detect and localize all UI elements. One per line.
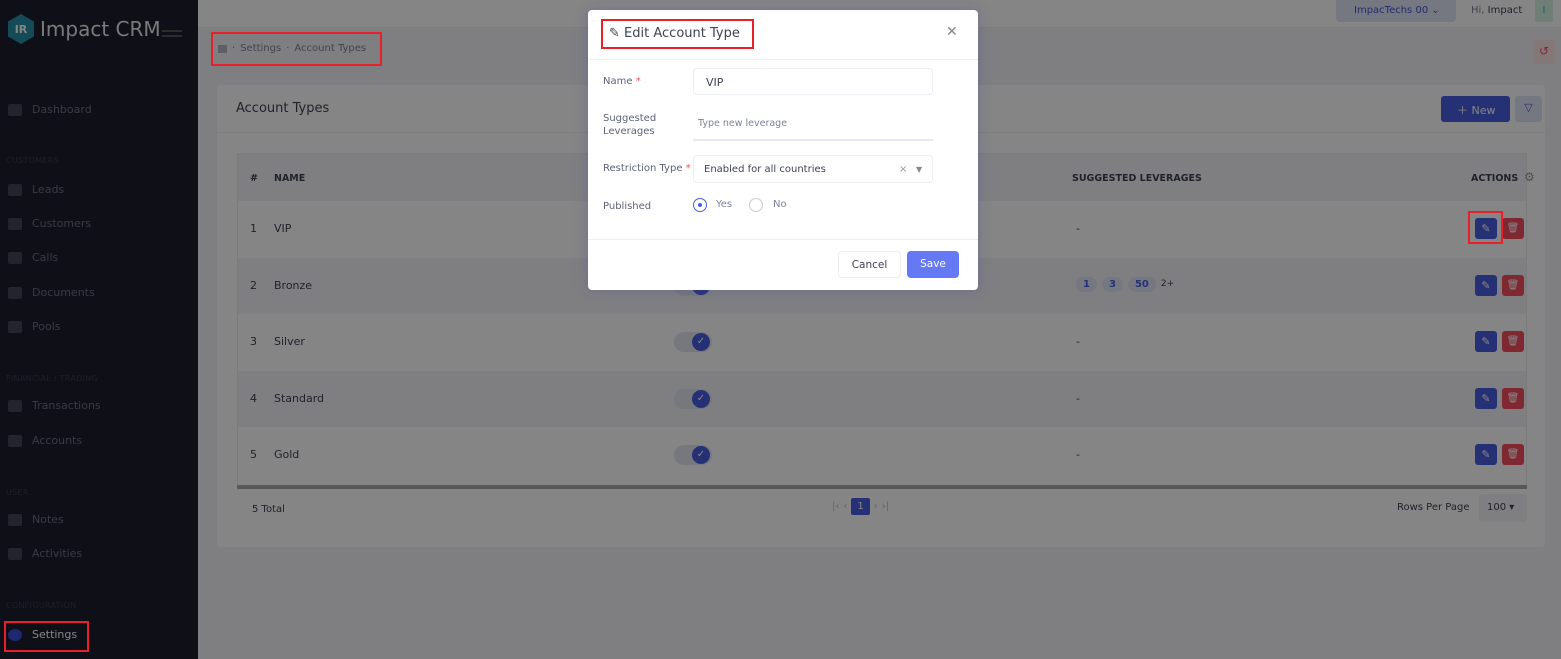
leverage-input[interactable]: Type new leverage <box>693 111 933 141</box>
pencil-icon: ✎ <box>609 26 620 41</box>
cancel-button[interactable]: Cancel <box>838 251 901 278</box>
close-icon[interactable]: ✕ <box>946 24 958 40</box>
published-label: Published <box>603 201 652 212</box>
name-input[interactable]: VIP <box>693 68 933 95</box>
published-yes-radio[interactable] <box>693 198 707 212</box>
name-label: Name * <box>603 76 641 87</box>
restriction-select[interactable]: Enabled for all countries × ▼ <box>693 155 933 183</box>
edit-account-type-modal: ✎ Edit Account Type ✕ Name * VIP Suggest… <box>588 10 978 290</box>
leverages-label: Suggested Leverages <box>603 113 657 137</box>
save-button[interactable]: Save <box>907 251 959 278</box>
published-no-radio[interactable] <box>749 198 763 212</box>
clear-icon[interactable]: × <box>899 164 907 175</box>
modal-title: ✎ Edit Account Type <box>609 26 740 41</box>
chevron-down-icon: ▼ <box>916 165 923 174</box>
restriction-label: Restriction Type * <box>603 163 691 174</box>
